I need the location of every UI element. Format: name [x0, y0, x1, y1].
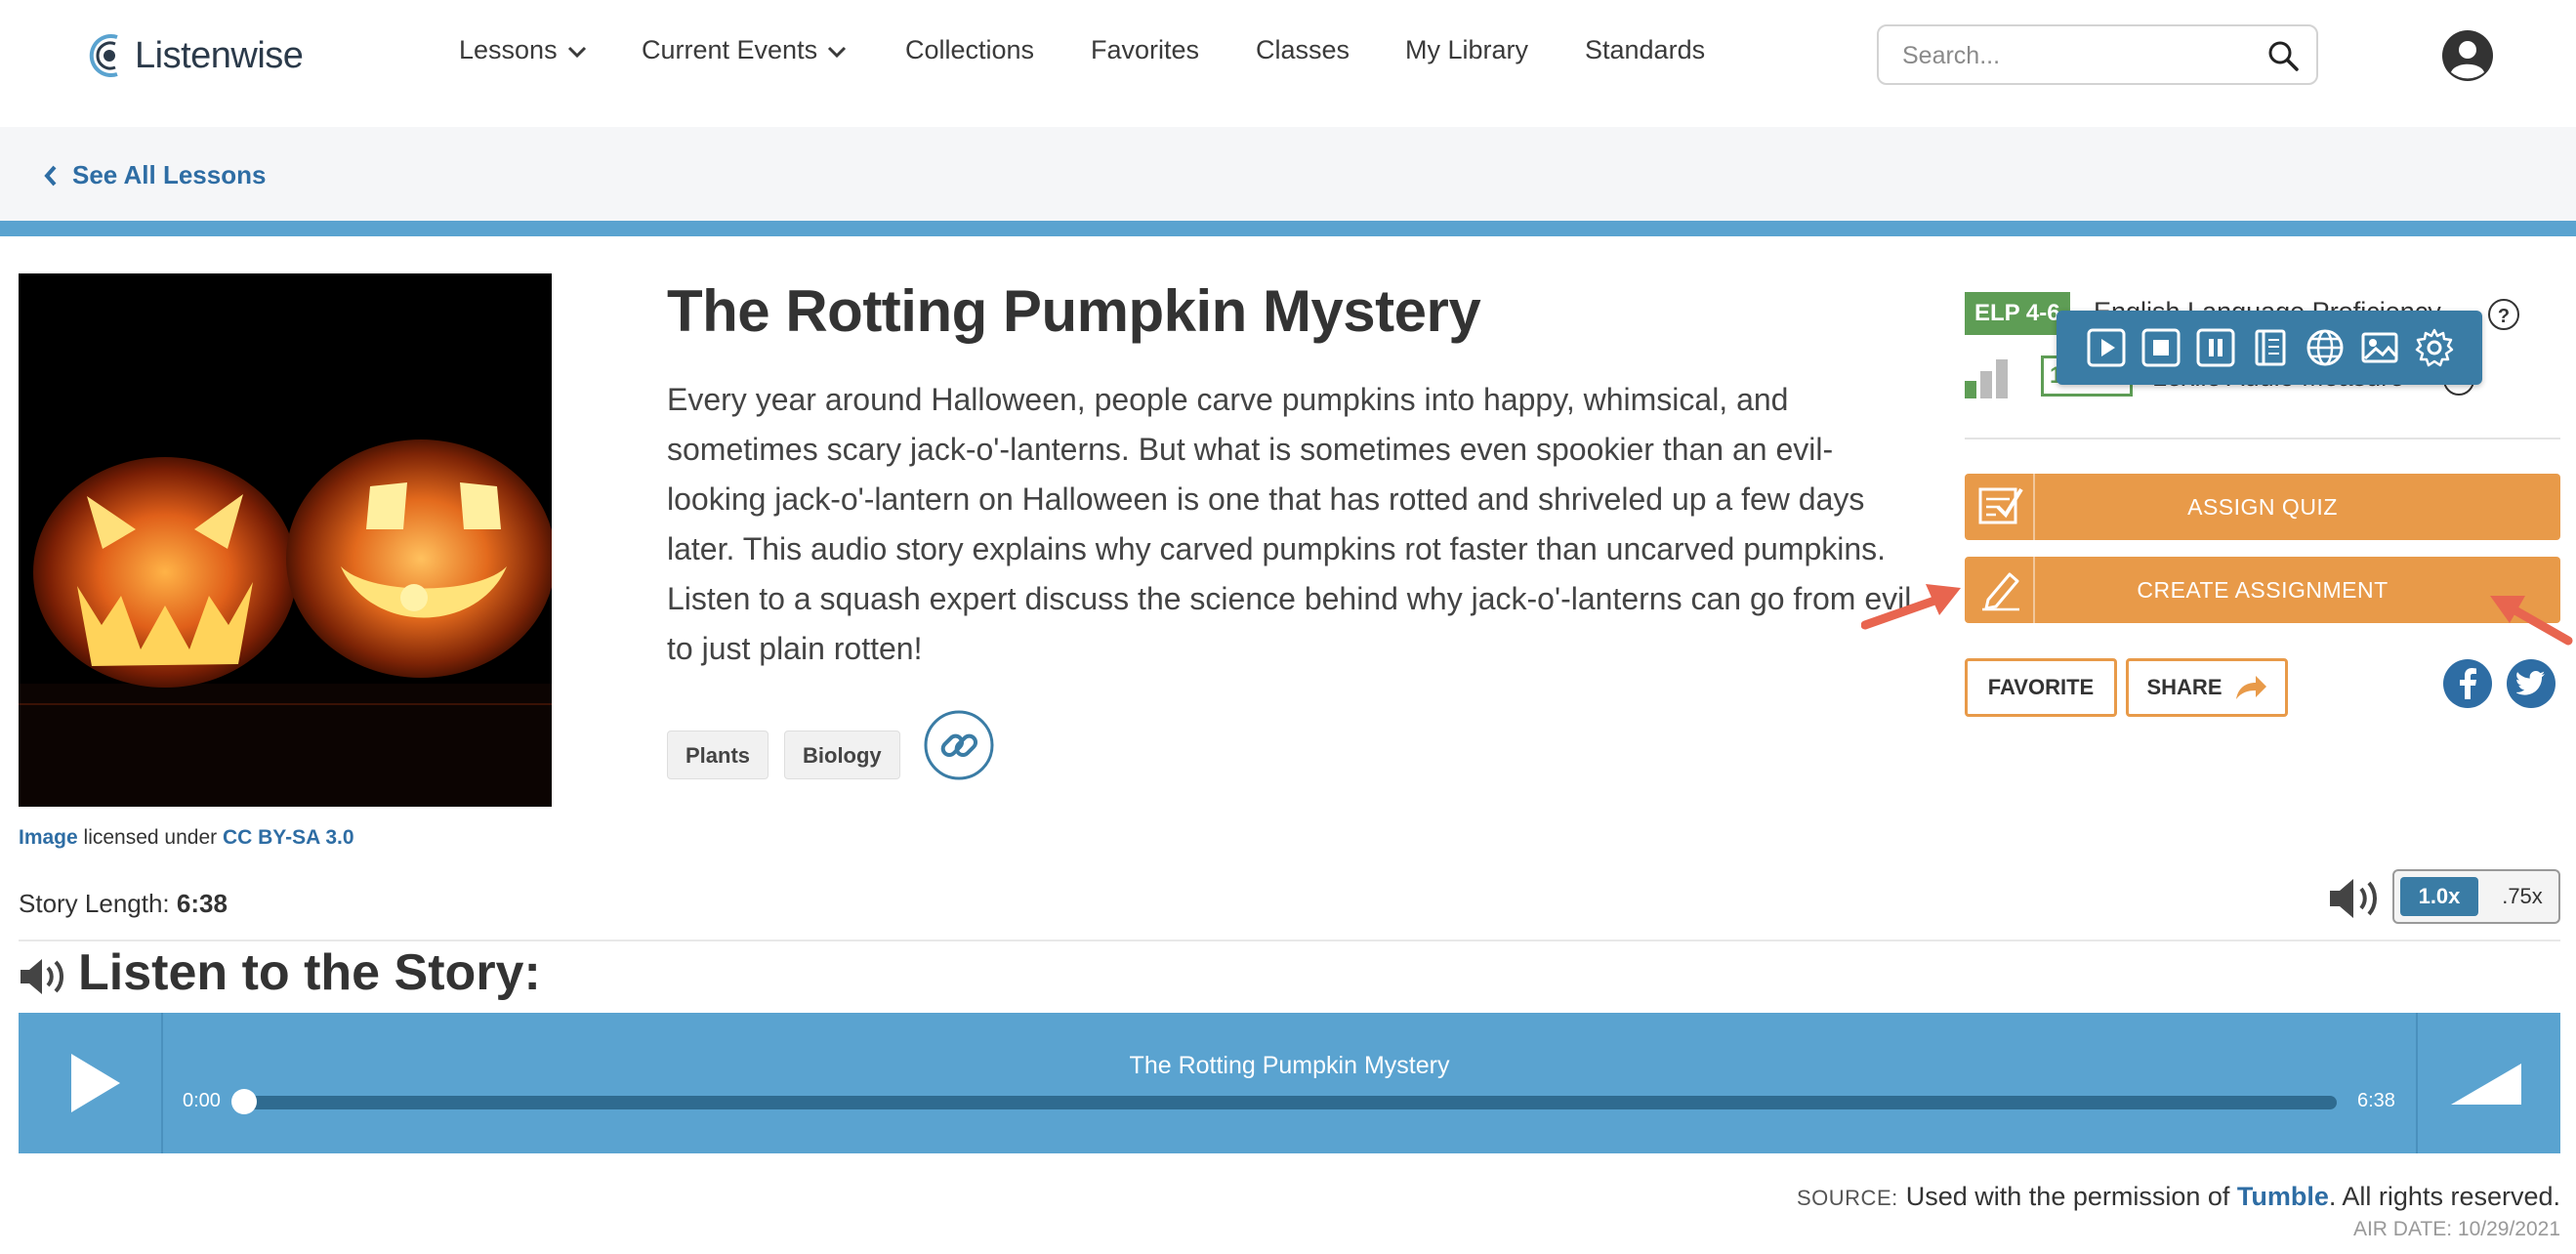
share-arrow-icon — [2235, 676, 2266, 699]
copy-link-icon[interactable] — [924, 710, 994, 780]
tag-biology[interactable]: Biology — [784, 731, 900, 779]
nav-lessons-label: Lessons — [459, 35, 558, 64]
chevron-down-icon — [828, 46, 847, 58]
story-length-value: 6:38 — [176, 889, 228, 918]
pause-icon[interactable] — [2193, 326, 2237, 370]
image-source-link[interactable]: Image — [19, 826, 78, 849]
nav-my-library[interactable]: My Library — [1405, 35, 1528, 65]
speed-1x-button[interactable]: 1.0x — [2400, 877, 2478, 916]
source-credit: SOURCE: Used with the permission of Tumbl… — [1797, 1182, 2560, 1212]
share-button[interactable]: SHARE — [2126, 658, 2288, 717]
air-date: AIR DATE: 10/29/2021 — [2352, 1218, 2560, 1240]
listenwise-logo-icon — [89, 34, 118, 77]
image-license: Image licensed under CC BY-SA 3.0 — [19, 826, 354, 850]
lesson-description: Every year around Halloween, people carv… — [667, 382, 1912, 666]
speaker-icon — [21, 959, 63, 994]
right-column-divider — [1965, 438, 2560, 439]
see-all-lessons-link[interactable]: See All Lessons — [43, 160, 266, 190]
button-divider — [2033, 474, 2035, 540]
section-divider — [19, 940, 2560, 941]
source-link-tumble[interactable]: Tumble — [2237, 1182, 2329, 1211]
source-suffix: . All rights reserved. — [2328, 1182, 2560, 1211]
source-prefix: Used with the permission of — [1905, 1182, 2237, 1211]
annotation-arrow-right-icon — [2490, 596, 2573, 646]
create-assignment-label: CREATE ASSIGNMENT — [2137, 576, 2389, 603]
progress-track[interactable] — [237, 1096, 2337, 1109]
nav-collections-label: Collections — [905, 35, 1035, 64]
nav-classes-label: Classes — [1256, 35, 1350, 64]
source-label: SOURCE: — [1797, 1186, 1898, 1210]
nav-my-library-label: My Library — [1405, 35, 1529, 64]
facebook-icon — [2460, 668, 2476, 699]
quiz-checklist-icon — [1978, 487, 2023, 524]
accent-divider — [0, 221, 2576, 236]
user-avatar-icon[interactable] — [2441, 29, 2494, 82]
elp-help-icon[interactable]: ? — [2488, 299, 2519, 330]
cc-license-link[interactable]: CC BY-SA 3.0 — [223, 826, 354, 849]
jack-o-lanterns-image — [19, 273, 552, 807]
picture-dictionary-icon[interactable] — [2357, 326, 2401, 370]
player-title: The Rotting Pumpkin Mystery — [1129, 1052, 1450, 1079]
duration-time: 6:38 — [2357, 1090, 2395, 1111]
facebook-share-button[interactable] — [2443, 659, 2492, 708]
search-box — [1877, 24, 2318, 85]
listen-heading: Listen to the Story: — [78, 944, 541, 1001]
assign-quiz-label: ASSIGN QUIZ — [2187, 493, 2338, 520]
breadcrumb-band — [0, 127, 2576, 221]
nav-favorites[interactable]: Favorites — [1091, 35, 1199, 65]
share-label: SHARE — [2146, 675, 2223, 699]
nav-current-events-label: Current Events — [642, 35, 818, 64]
progress-handle[interactable] — [231, 1089, 257, 1114]
translate-globe-icon[interactable] — [2303, 326, 2347, 370]
lesson-title: The Rotting Pumpkin Mystery — [667, 278, 1481, 344]
player-volume-control[interactable] — [2416, 1013, 2560, 1153]
nav-standards[interactable]: Standards — [1585, 35, 1705, 65]
volume-wedge-icon — [2451, 1064, 2521, 1105]
twitter-share-button[interactable] — [2507, 659, 2555, 708]
pencil-icon — [1982, 572, 2019, 611]
search-icon[interactable] — [2267, 40, 2299, 71]
twitter-icon — [2516, 671, 2545, 695]
stop-icon[interactable] — [2139, 326, 2182, 370]
story-length: Story Length: 6:38 — [19, 889, 228, 919]
listenwise-logo[interactable]: Listenwise — [88, 29, 304, 82]
playback-speed-toggle: 1.0x .75x — [2392, 869, 2560, 924]
player-play-button[interactable] — [19, 1013, 163, 1153]
audio-player: The Rotting Pumpkin Mystery 0:00 6:38 — [19, 1013, 2560, 1153]
current-time: 0:00 — [183, 1090, 221, 1111]
read-aloud-toolbar — [2057, 311, 2482, 385]
chevron-left-icon — [44, 165, 57, 186]
nav-standards-label: Standards — [1585, 35, 1706, 64]
play-icon — [71, 1054, 120, 1112]
volume-speaker-icon[interactable] — [2328, 877, 2383, 920]
elp-badge: ELP 4-6 — [1965, 292, 2070, 335]
story-length-label: Story Length: — [19, 889, 177, 918]
level-bars-icon — [1965, 359, 2008, 398]
see-all-lessons-label: See All Lessons — [72, 160, 267, 189]
create-assignment-button[interactable]: CREATE ASSIGNMENT — [1965, 557, 2560, 623]
favorite-button[interactable]: FAVORITE — [1965, 658, 2117, 717]
favorite-label: FAVORITE — [1987, 675, 2095, 699]
chevron-down-icon — [567, 46, 586, 58]
speed-075x-button[interactable]: .75x — [2488, 877, 2556, 916]
assign-quiz-button[interactable]: ASSIGN QUIZ — [1965, 474, 2560, 540]
nav-current-events[interactable]: Current Events — [642, 35, 847, 65]
tag-plants[interactable]: Plants — [667, 731, 769, 779]
nav-collections[interactable]: Collections — [905, 35, 1034, 65]
nav-classes[interactable]: Classes — [1256, 35, 1350, 65]
lesson-image — [19, 273, 552, 807]
settings-gear-icon[interactable] — [2412, 326, 2456, 370]
dictionary-icon[interactable] — [2248, 326, 2292, 370]
search-input[interactable] — [1900, 38, 2256, 73]
top-header: Listenwise Lessons Current Events Collec… — [0, 0, 2576, 127]
nav-favorites-label: Favorites — [1091, 35, 1200, 64]
annotation-arrow-left-icon — [1861, 584, 1961, 630]
button-divider — [2033, 557, 2035, 623]
play-icon[interactable] — [2084, 326, 2128, 370]
license-text: licensed under — [77, 826, 223, 849]
nav-lessons[interactable]: Lessons — [459, 35, 587, 65]
brand-name: Listenwise — [135, 34, 304, 76]
